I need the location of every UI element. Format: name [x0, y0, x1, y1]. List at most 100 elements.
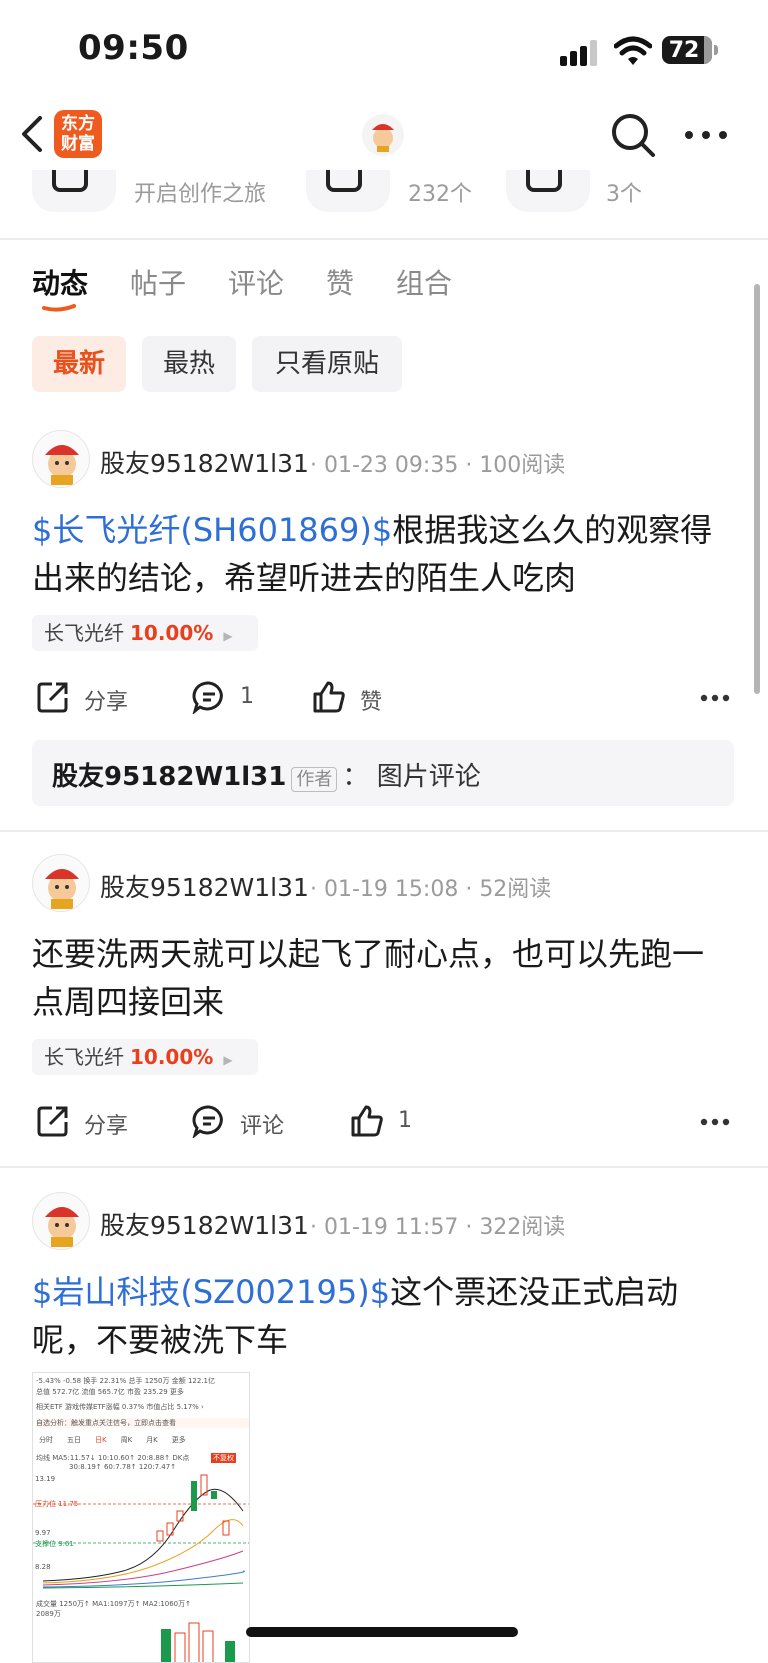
- tab-comments[interactable]: 评论: [228, 262, 284, 302]
- filter-original-only[interactable]: 只看原贴: [252, 336, 402, 392]
- post-text-line: 出来的结论，希望听进去的陌生人吃肉: [32, 559, 577, 597]
- post-body[interactable]: $岩山科技(SZ002195)$这个票还没正式启动 呢，不要被洗下车: [32, 1268, 742, 1364]
- play-arrow-icon: ▶: [223, 629, 233, 643]
- post-divider: [0, 830, 768, 832]
- search-icon[interactable]: [610, 112, 656, 158]
- reply-user[interactable]: 股友95182W1l31: [52, 762, 286, 792]
- fortune-god-avatar-icon: [45, 445, 79, 485]
- share-button[interactable]: 分享: [84, 684, 128, 716]
- logo-text-bottom: 财富: [61, 134, 95, 154]
- thumb-quote-row: -5.43% -0.58 换手 22.31% 总手 1250万 金额 122.1…: [36, 1377, 215, 1385]
- post-meta: · 01-23 09:35 · 100阅读: [310, 453, 566, 478]
- stock-link[interactable]: $长飞光纤(SH601869)$: [32, 511, 392, 549]
- share-icon[interactable]: [36, 680, 70, 714]
- thumb-etf-row: 相关ETF 游戏传媒ETF涨幅 0.37% 市值占比 5.17% ›: [36, 1403, 204, 1411]
- post-body[interactable]: 还要洗两天就可以起飞了耐心点，也可以先跑一 点周四接回来: [32, 930, 742, 1026]
- status-time: 09:50: [78, 28, 189, 68]
- stock-tag-name: 长飞光纤: [44, 1045, 124, 1069]
- thumb-period: 五日: [67, 1436, 81, 1444]
- battery-level: 72: [668, 38, 700, 63]
- post-username[interactable]: 股友95182W1l31: [100, 1206, 309, 1242]
- thumbs-up-icon[interactable]: [312, 680, 346, 714]
- filter-hottest[interactable]: 最热: [142, 336, 236, 392]
- post-body[interactable]: $长飞光纤(SH601869)$根据我这么久的观察得 出来的结论，希望听进去的陌…: [32, 506, 742, 602]
- filter-latest[interactable]: 最新: [32, 336, 126, 392]
- wifi-icon: [614, 36, 652, 65]
- post-text-line: 呢，不要被洗下车: [32, 1321, 289, 1359]
- edit-icon: [52, 170, 88, 192]
- post-reads: 52阅读: [479, 877, 552, 902]
- reply-text: ： 图片评论: [342, 762, 481, 792]
- eastmoney-logo[interactable]: 东方 财富: [54, 110, 102, 158]
- groups-card[interactable]: [506, 170, 590, 212]
- thumbs-up-icon[interactable]: [350, 1104, 384, 1138]
- post-meta: · 01-19 15:08 · 52阅读: [310, 877, 552, 902]
- thumb-period: 月K: [146, 1436, 158, 1444]
- thumb-period: 周K: [120, 1436, 133, 1444]
- thumb-period: 分时: [39, 1436, 53, 1444]
- post-text-line: 点周四接回来: [32, 983, 225, 1021]
- profile-avatar-icon[interactable]: [362, 114, 404, 156]
- comment-icon[interactable]: [192, 1104, 226, 1138]
- post-avatar[interactable]: [32, 854, 90, 912]
- tab-posts[interactable]: 帖子: [130, 262, 186, 302]
- like-button[interactable]: 1: [398, 1108, 412, 1133]
- post-username[interactable]: 股友95182W1l31: [100, 444, 309, 480]
- fans-icon: [326, 170, 362, 192]
- thumb-candlestick-chart: [33, 1474, 249, 1589]
- post-reads: 322阅读: [479, 1215, 566, 1240]
- post-avatar[interactable]: [32, 430, 90, 488]
- groups-icon: [526, 170, 562, 192]
- stock-tag[interactable]: 长飞光纤 10.00% ▶: [32, 615, 258, 651]
- stock-link[interactable]: $岩山科技(SZ002195)$: [32, 1273, 390, 1311]
- comment-button[interactable]: 1: [240, 684, 254, 709]
- post-time: 01-19 15:08: [324, 877, 459, 902]
- reply-preview[interactable]: 股友95182W1l31 作者 ： 图片评论: [32, 740, 734, 806]
- post-more-icon[interactable]: [700, 694, 730, 702]
- groups-count: 3个: [606, 182, 642, 207]
- thumb-volume-bars: [161, 1622, 235, 1662]
- more-menu-icon[interactable]: [684, 130, 728, 140]
- create-label: 开启创作之旅: [134, 182, 267, 207]
- thumb-quote-row: 总值 572.7亿 流值 565.7亿 市盈 235.29 更多: [36, 1388, 184, 1396]
- stock-tag-change: 10.00%: [130, 1045, 214, 1069]
- stock-tag[interactable]: 长飞光纤 10.00% ▶: [32, 1039, 258, 1075]
- share-icon[interactable]: [36, 1104, 70, 1138]
- reply-line: 股友95182W1l31 作者 ： 图片评论: [52, 756, 481, 793]
- comment-button[interactable]: 评论: [240, 1108, 284, 1140]
- battery-icon: 72: [662, 36, 718, 66]
- thumb-ma-row: 30:8.19↑ 60:7.78↑ 120:7.47↑: [69, 1463, 177, 1471]
- comment-icon[interactable]: [192, 680, 226, 714]
- stock-tag-name: 长飞光纤: [44, 621, 124, 645]
- share-button[interactable]: 分享: [84, 1108, 128, 1140]
- scrollbar[interactable]: [754, 284, 760, 694]
- post-avatar[interactable]: [32, 1192, 90, 1250]
- tab-likes[interactable]: 赞: [326, 262, 354, 302]
- fans-card[interactable]: [306, 170, 390, 212]
- back-icon[interactable]: [20, 114, 44, 154]
- post-text-line: 根据我这么久的观察得: [392, 511, 713, 549]
- like-button[interactable]: 赞: [360, 684, 382, 716]
- post-more-icon[interactable]: [700, 1118, 730, 1126]
- fortune-god-avatar-icon: [45, 1207, 79, 1247]
- create-card[interactable]: [32, 170, 116, 212]
- fortune-god-avatar-icon: [45, 869, 79, 909]
- thumb-period-active: 日K: [95, 1436, 107, 1444]
- active-tab-indicator: [42, 304, 76, 312]
- cellular-signal-icon: [560, 40, 597, 66]
- stock-tag-change: 10.00%: [130, 621, 214, 645]
- play-arrow-icon: ▶: [223, 1053, 233, 1067]
- section-divider: [0, 238, 768, 240]
- post-text-line: 还要洗两天就可以起飞了耐心点，也可以先跑一: [32, 935, 705, 973]
- tab-activity[interactable]: 动态: [32, 262, 88, 302]
- home-indicator[interactable]: [246, 1627, 518, 1637]
- post-image-stock-chart[interactable]: -5.43% -0.58 换手 22.31% 总手 1250万 金额 122.1…: [32, 1372, 250, 1663]
- post-username[interactable]: 股友95182W1l31: [100, 868, 309, 904]
- tab-portfolio[interactable]: 组合: [396, 262, 452, 302]
- thumb-period: 更多: [171, 1436, 186, 1444]
- thumb-volume-value: 2089万: [36, 1610, 61, 1618]
- fans-count: 232个: [408, 182, 472, 207]
- post-divider: [0, 1166, 768, 1168]
- post-text-line: 这个票还没正式启动: [390, 1273, 679, 1311]
- thumb-analysis-banner: 自选分析：触发重点关注信号，立即点击查看: [36, 1418, 249, 1428]
